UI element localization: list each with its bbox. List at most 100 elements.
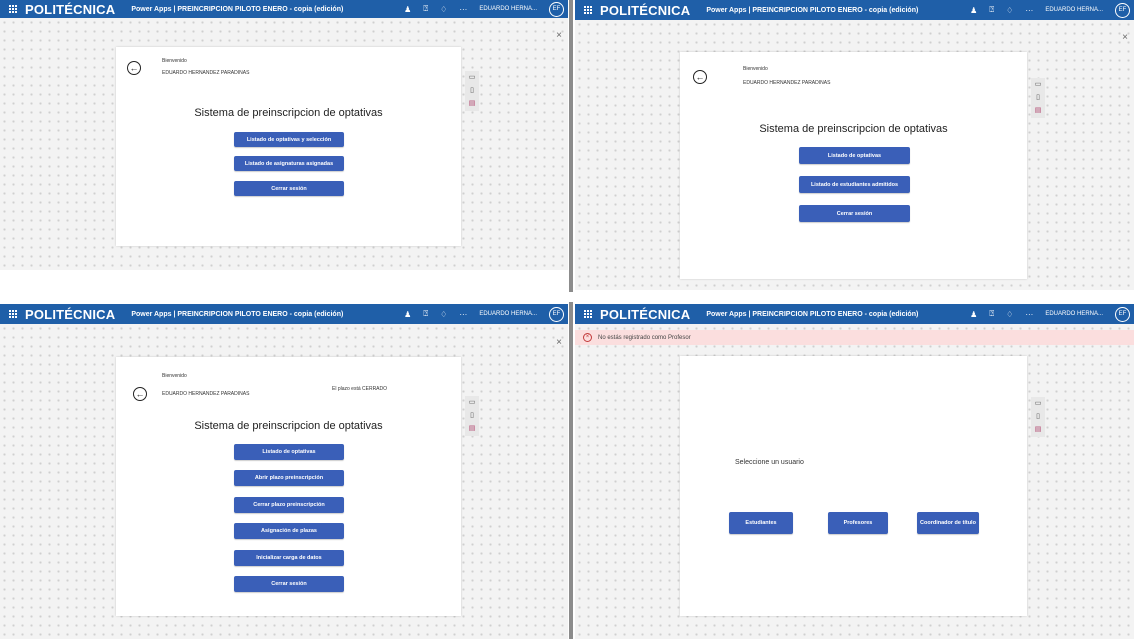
back-arrow-icon[interactable]: ← (693, 70, 707, 84)
avatar[interactable]: EF (1115, 306, 1130, 322)
plazo-status: El plazo está CERRADO (332, 386, 388, 392)
brand-logo: POLITÉCNICA (600, 2, 691, 18)
canvas: × ← Bienvenido EDUARDO HERNANDEZ PARADIN… (0, 324, 568, 639)
bell-icon[interactable]: ♟ (970, 310, 977, 319)
canvas: × ← Bienvenido EDUARDO HERNANDEZ PARADIN… (575, 20, 1134, 290)
notification-icon[interactable]: ♢ (1006, 310, 1013, 319)
help-icon[interactable]: ⍰ (989, 5, 994, 15)
top-bar: POLITÉCNICA Power Apps | PREINCRIPCION P… (0, 304, 568, 324)
database-icon[interactable]: ▤ (469, 425, 476, 433)
more-icon[interactable]: ··· (459, 5, 467, 14)
logout-button[interactable]: Cerrar sesión (799, 205, 910, 222)
error-message: No estás registrado como Profesor (598, 334, 691, 341)
app-card: Seleccione un usuario Estudiantes Profes… (680, 356, 1027, 616)
help-icon[interactable]: ⍰ (989, 309, 994, 319)
bell-icon[interactable]: ♟ (404, 5, 411, 14)
back-arrow-icon[interactable]: ← (127, 61, 141, 75)
database-icon[interactable]: ▤ (1035, 426, 1042, 434)
user-name: EDUARDO HERNA... (1045, 311, 1103, 317)
page-title: Sistema de preinscripcion de optativas (759, 123, 948, 135)
avatar[interactable]: EF (549, 306, 564, 322)
students-button[interactable]: Estudiantes (729, 512, 793, 534)
database-icon[interactable]: ▤ (469, 100, 476, 108)
user-name: EDUARDO HERNA... (479, 6, 537, 12)
phone-icon[interactable]: ▯ (470, 87, 474, 95)
side-panel: ▭ ▯ ▤ (465, 396, 479, 436)
app-card: ← Bienvenido EDUARDO HERNANDEZ PARADINAS… (116, 357, 461, 616)
app-card: ← Bienvenido EDUARDO HERNANDEZ PARADINAS… (116, 47, 461, 246)
canvas: Seleccione un usuario Estudiantes Profes… (575, 324, 1134, 639)
page-title: Sistema de preinscripcion de optativas (194, 420, 383, 432)
screenshot-student-home: POLITÉCNICA Power Apps | PREINCRIPCION P… (0, 0, 568, 270)
more-icon[interactable]: ··· (459, 310, 467, 319)
top-bar: POLITÉCNICA Power Apps | PREINCRIPCION P… (0, 0, 568, 18)
username-label: EDUARDO HERNANDEZ PARADINAS (162, 391, 250, 397)
top-bar: POLITÉCNICA Power Apps | PREINCRIPCION P… (575, 304, 1134, 324)
notification-icon[interactable]: ♢ (440, 310, 447, 319)
brand-logo: POLITÉCNICA (25, 1, 116, 17)
init-data-load-button[interactable]: Inicializar carga de datos (234, 550, 344, 566)
error-banner: × No estás registrado como Profesor (575, 330, 1134, 345)
professors-button[interactable]: Profesores (828, 512, 888, 534)
brand-logo: POLITÉCNICA (25, 306, 116, 322)
screen-icon[interactable]: ▭ (469, 74, 476, 82)
screen-icon[interactable]: ▭ (469, 399, 476, 407)
close-enrollment-button[interactable]: Cerrar plazo preinscripción (234, 497, 344, 513)
app-launcher-icon[interactable] (584, 6, 592, 14)
welcome-label: Bienvenido (162, 373, 187, 379)
canvas: × ← Bienvenido EDUARDO HERNANDEZ PARADIN… (0, 18, 568, 270)
screenshot-coordinator-home: POLITÉCNICA Power Apps | PREINCRIPCION P… (0, 304, 568, 639)
username-label: EDUARDO HERNANDEZ PARADINAS (743, 80, 831, 86)
side-panel: ▭ ▯ ▤ (1031, 397, 1045, 437)
list-assigned-subjects-button[interactable]: Listado de asignaturas asignadas (234, 156, 344, 171)
app-title: Power Apps | PREINCRIPCION PILOTO ENERO … (706, 310, 919, 318)
close-icon[interactable]: × (556, 30, 562, 41)
notification-icon[interactable]: ♢ (1006, 6, 1013, 15)
help-icon[interactable]: ⍰ (423, 309, 428, 319)
screenshot-professor-home: POLITÉCNICA Power Apps | PREINCRIPCION P… (575, 0, 1134, 290)
app-card: ← Bienvenido EDUARDO HERNANDEZ PARADINAS… (680, 52, 1027, 279)
notification-icon[interactable]: ♢ (440, 5, 447, 14)
back-arrow-icon[interactable]: ← (133, 387, 147, 401)
side-panel: ▭ ▯ ▤ (465, 71, 479, 111)
phone-icon[interactable]: ▯ (1036, 413, 1040, 421)
list-optatives-selection-button[interactable]: Listado de optativas y selección (234, 132, 344, 147)
welcome-label: Bienvenido (743, 66, 768, 72)
username-label: EDUARDO HERNANDEZ PARADINAS (162, 70, 250, 76)
phone-icon[interactable]: ▯ (1036, 94, 1040, 102)
side-panel: ▭ ▯ ▤ (1031, 78, 1045, 118)
bell-icon[interactable]: ♟ (404, 310, 411, 319)
app-title: Power Apps | PREINCRIPCION PILOTO ENERO … (706, 6, 919, 14)
app-launcher-icon[interactable] (9, 310, 17, 318)
open-enrollment-button[interactable]: Abrir plazo preinscripción (234, 470, 344, 486)
list-admitted-students-button[interactable]: Listado de estudiantes admitidos (799, 176, 910, 193)
app-launcher-icon[interactable] (584, 310, 592, 318)
logout-button[interactable]: Cerrar sesión (234, 576, 344, 592)
degree-coordinator-button[interactable]: Coordinador de título (917, 512, 979, 534)
logout-button[interactable]: Cerrar sesión (234, 181, 344, 196)
phone-icon[interactable]: ▯ (470, 412, 474, 420)
list-optatives-button[interactable]: Listado de optativas (799, 147, 910, 164)
list-optatives-button[interactable]: Listado de optativas (234, 444, 344, 460)
bell-icon[interactable]: ♟ (970, 6, 977, 15)
avatar[interactable]: EF (1115, 2, 1130, 18)
brand-logo: POLITÉCNICA (600, 306, 691, 322)
screenshot-user-select: POLITÉCNICA Power Apps | PREINCRIPCION P… (575, 304, 1134, 639)
screen-icon[interactable]: ▭ (1035, 400, 1042, 408)
avatar[interactable]: EF (549, 1, 564, 17)
more-icon[interactable]: ··· (1025, 6, 1033, 15)
page-title: Sistema de preinscripcion de optativas (194, 107, 383, 119)
close-icon[interactable]: × (1122, 32, 1128, 43)
app-title: Power Apps | PREINCRIPCION PILOTO ENERO … (131, 5, 344, 13)
select-user-label: Seleccione un usuario (735, 459, 804, 466)
assign-seats-button[interactable]: Asignación de plazas (234, 523, 344, 539)
help-icon[interactable]: ⍰ (423, 4, 428, 14)
top-bar: POLITÉCNICA Power Apps | PREINCRIPCION P… (575, 0, 1134, 20)
close-icon[interactable]: × (556, 337, 562, 348)
more-icon[interactable]: ··· (1025, 310, 1033, 319)
app-launcher-icon[interactable] (9, 5, 17, 13)
screen-icon[interactable]: ▭ (1035, 81, 1042, 89)
database-icon[interactable]: ▤ (1035, 107, 1042, 115)
error-icon[interactable]: × (583, 333, 592, 342)
welcome-label: Bienvenido (162, 58, 187, 64)
